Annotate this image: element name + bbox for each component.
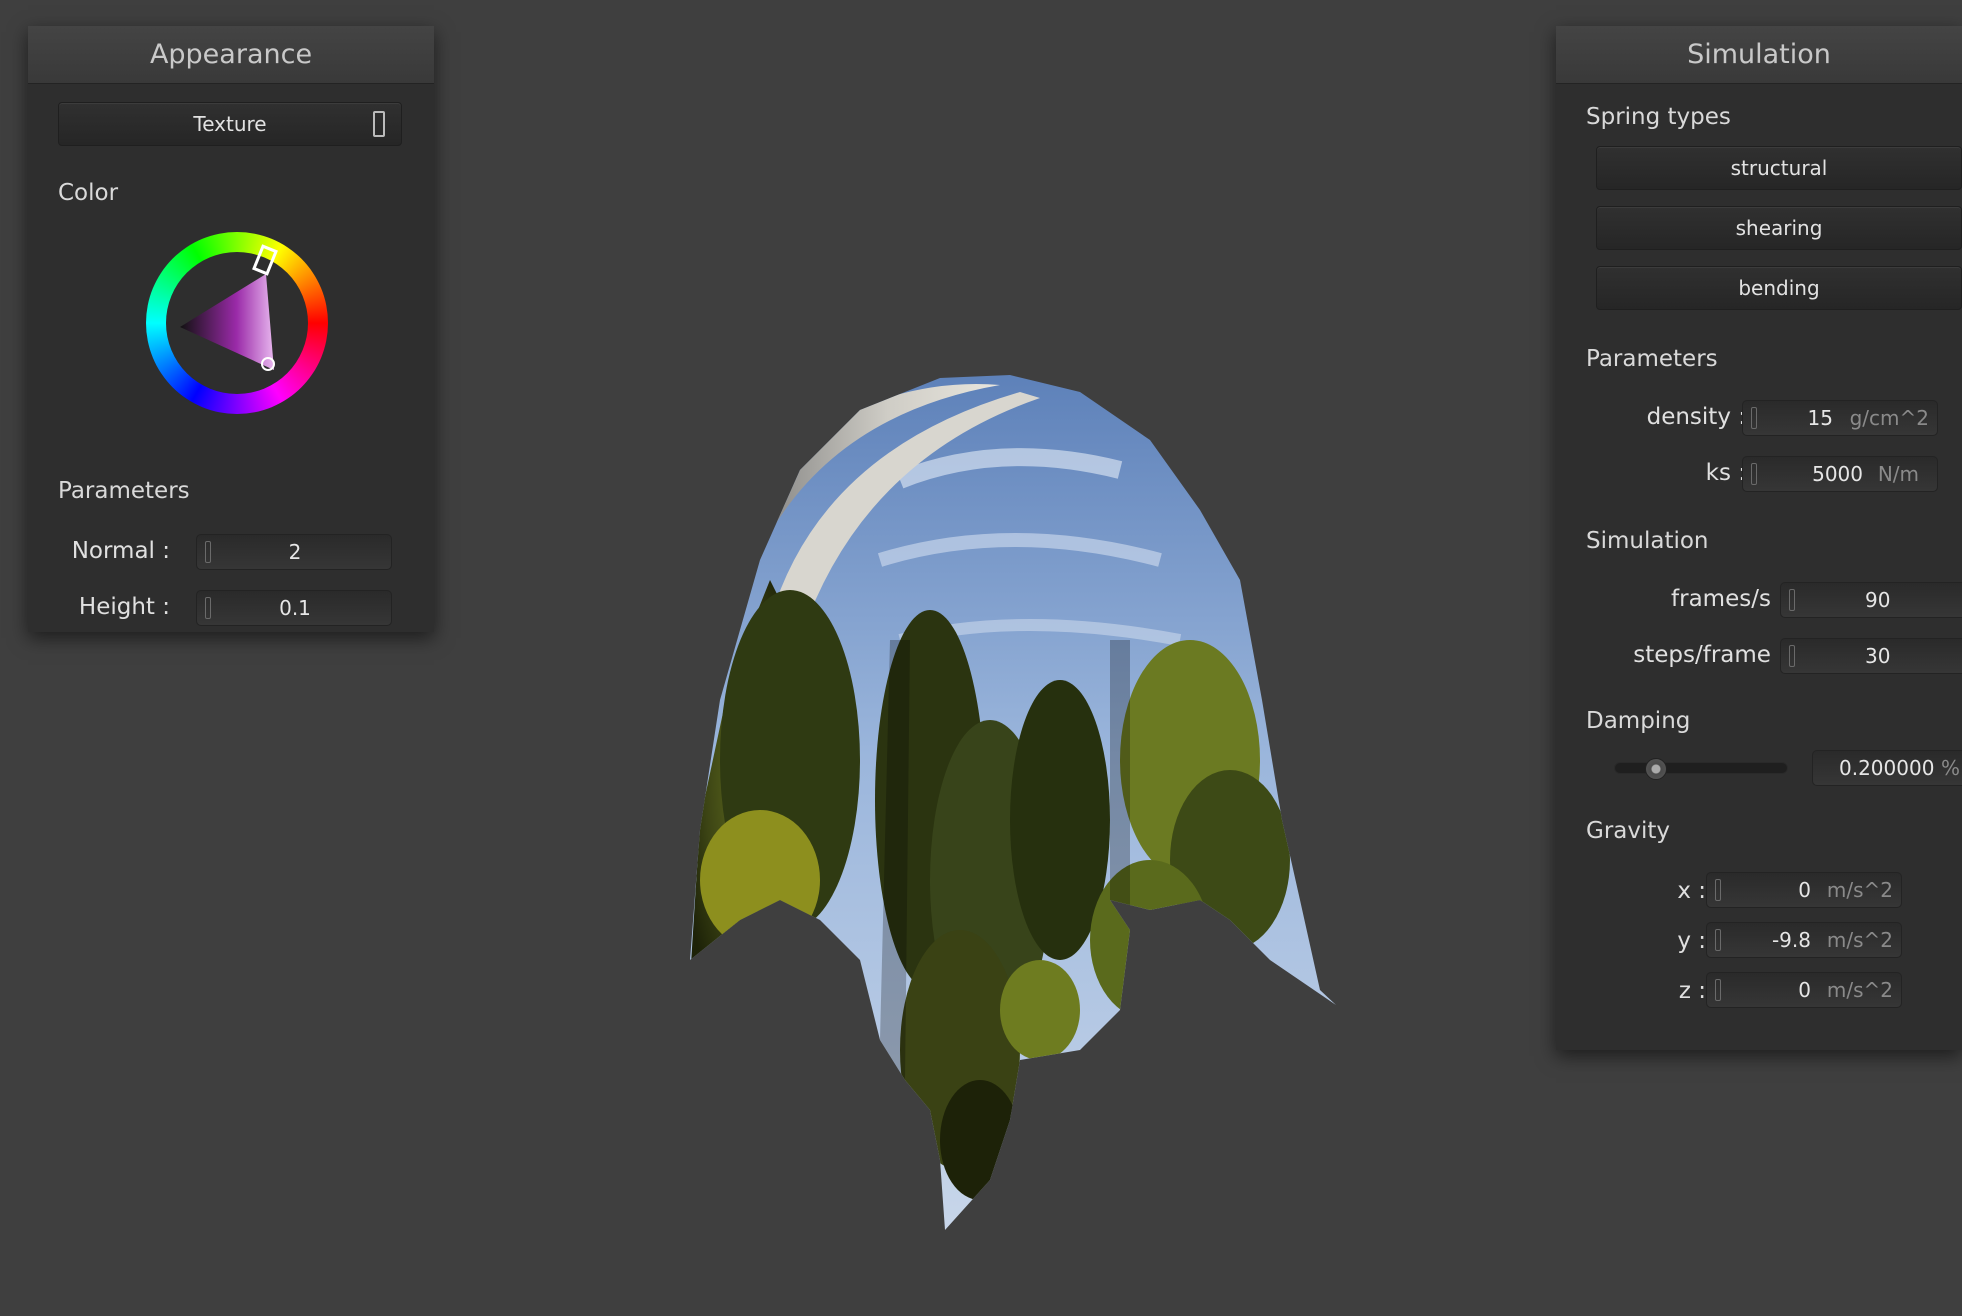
gravity-y-input[interactable]: -9.8 m/s^2 (1706, 922, 1902, 958)
gravity-y-unit: m/s^2 (1826, 928, 1893, 952)
normal-value: 2 (288, 540, 302, 564)
steps-label: steps/frame : (1633, 642, 1786, 668)
color-wheel[interactable] (146, 232, 328, 414)
fps-label: frames/s : (1671, 586, 1786, 612)
gravity-z-label: z : (1678, 978, 1706, 1004)
spring-shearing-label: shearing (1735, 216, 1823, 240)
gravity-y-spin-handle[interactable] (1715, 929, 1721, 951)
color-triangle[interactable] (180, 274, 274, 370)
spring-bending-label: bending (1738, 276, 1820, 300)
steps-spin-handle[interactable] (1789, 645, 1795, 667)
gravity-label: Gravity (1586, 818, 1671, 844)
simulation-section-label: Simulation (1586, 528, 1709, 554)
density-input[interactable]: 15 g/cm^2 (1742, 400, 1938, 436)
normal-label: Normal : (71, 538, 170, 564)
damping-value: 0.200000 (1839, 756, 1935, 780)
ks-unit: N/m (1877, 462, 1919, 486)
gravity-y-value: -9.8 (1771, 928, 1811, 952)
ks-label: ks : (1705, 460, 1746, 486)
fps-spin-handle[interactable] (1789, 589, 1795, 611)
steps-value: 30 (1865, 644, 1891, 668)
density-spin-handle[interactable] (1751, 407, 1757, 429)
ks-value: 5000 (1812, 462, 1863, 486)
spring-structural-button[interactable]: structural (1596, 146, 1962, 190)
damping-slider-knob[interactable] (1645, 758, 1667, 780)
simulation-parameters-label: Parameters (1586, 346, 1718, 372)
gravity-z-spin-handle[interactable] (1715, 979, 1721, 1001)
ks-input[interactable]: 5000 N/m (1742, 456, 1938, 492)
simulation-panel: Simulation Spring types structural shear… (1556, 26, 1962, 1050)
density-value: 15 (1807, 406, 1833, 430)
texture-button[interactable]: Texture (58, 102, 402, 146)
gravity-x-unit: m/s^2 (1826, 878, 1893, 902)
steps-input[interactable]: 30 (1780, 638, 1962, 674)
spring-structural-label: structural (1730, 156, 1828, 180)
normal-input[interactable]: 2 (196, 534, 392, 570)
appearance-title: Appearance (28, 26, 434, 84)
height-input[interactable]: 0.1 (196, 590, 392, 626)
gravity-x-input[interactable]: 0 m/s^2 (1706, 872, 1902, 908)
height-label: Height : (78, 594, 170, 620)
gravity-x-label: x : (1677, 878, 1706, 904)
fps-input[interactable]: 90 (1780, 582, 1962, 618)
gravity-z-input[interactable]: 0 m/s^2 (1706, 972, 1902, 1008)
gravity-x-value: 0 (1798, 878, 1811, 902)
height-value: 0.1 (279, 596, 311, 620)
damping-unit: % (1940, 756, 1960, 780)
damping-slider[interactable] (1614, 758, 1788, 780)
folder-icon (373, 111, 385, 137)
fps-value: 90 (1865, 588, 1891, 612)
gravity-y-label: y : (1677, 928, 1706, 954)
appearance-panel: Appearance Texture Color Parameters Norm… (28, 26, 434, 632)
gravity-z-value: 0 (1798, 978, 1811, 1002)
ks-spin-handle[interactable] (1751, 463, 1757, 485)
damping-label: Damping (1586, 708, 1691, 734)
density-unit: g/cm^2 (1849, 406, 1929, 430)
spring-bending-button[interactable]: bending (1596, 266, 1962, 310)
texture-button-label: Texture (193, 112, 267, 136)
color-label: Color (58, 180, 119, 206)
gravity-z-unit: m/s^2 (1826, 978, 1893, 1002)
damping-input[interactable]: 0.200000 % (1812, 750, 1962, 786)
density-label: density : (1646, 404, 1746, 430)
spring-types-label: Spring types (1586, 104, 1731, 130)
cloth-texture (690, 375, 1336, 1230)
spring-shearing-button[interactable]: shearing (1596, 206, 1962, 250)
simulation-title: Simulation (1556, 26, 1962, 84)
appearance-parameters-label: Parameters (58, 478, 190, 504)
hue-selector-handle[interactable] (252, 244, 278, 276)
gravity-x-spin-handle[interactable] (1715, 879, 1721, 901)
